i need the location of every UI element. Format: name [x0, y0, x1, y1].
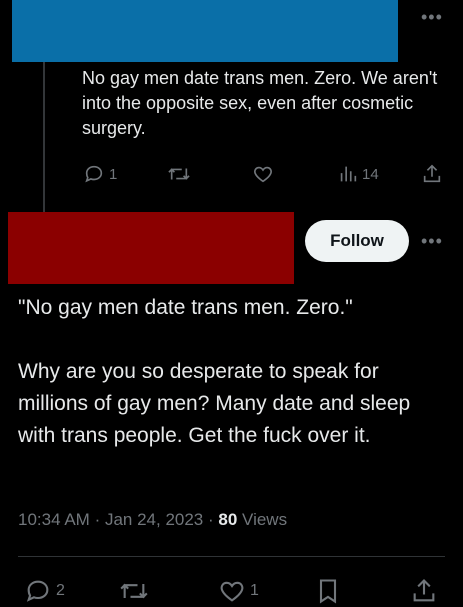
share-icon: [423, 164, 441, 183]
tweet-date[interactable]: Jan 24, 2023: [105, 510, 203, 529]
reply-icon: [26, 580, 49, 602]
reply-count: 2: [56, 582, 65, 599]
bookmark-icon: [319, 579, 337, 604]
retweet-button[interactable]: [166, 163, 192, 185]
redacted-avatar-name: [8, 212, 294, 284]
reply-icon: [85, 165, 103, 183]
like-count: 1: [250, 582, 259, 599]
retweet-button[interactable]: [118, 577, 150, 605]
reply-count: 1: [109, 165, 118, 183]
like-button[interactable]: [251, 163, 275, 185]
retweet-icon: [120, 583, 148, 599]
share-button[interactable]: [421, 163, 443, 185]
reply-button[interactable]: 1: [83, 163, 117, 185]
like-icon: [254, 166, 272, 183]
thread-line: [43, 62, 45, 212]
like-button[interactable]: 1: [218, 577, 259, 605]
views-button[interactable]: 14: [338, 163, 379, 185]
retweet-icon: [168, 168, 190, 180]
tweet-meta: 10:34 AM · Jan 24, 2023 · 80 Views: [18, 510, 288, 529]
more-icon[interactable]: •••: [421, 8, 443, 26]
parent-tweet-text: No gay men date trans men. Zero. We aren…: [82, 68, 438, 138]
follow-button[interactable]: Follow: [305, 220, 409, 262]
more-icon[interactable]: •••: [421, 232, 443, 250]
tweet-text: "No gay men date trans men. Zero." Why a…: [18, 296, 411, 447]
tweet-time[interactable]: 10:34 AM: [18, 510, 90, 529]
redacted-avatar-name: [12, 0, 398, 62]
like-icon: [220, 581, 244, 602]
reply-button[interactable]: 2: [24, 577, 65, 605]
view-count: 14: [362, 165, 379, 183]
share-icon: [413, 579, 435, 602]
divider: [18, 556, 445, 557]
views-count: 80: [218, 510, 238, 529]
views-label: Views: [242, 510, 288, 529]
share-button[interactable]: [410, 577, 438, 605]
views-icon: [340, 166, 357, 182]
bookmark-button[interactable]: [314, 577, 342, 605]
